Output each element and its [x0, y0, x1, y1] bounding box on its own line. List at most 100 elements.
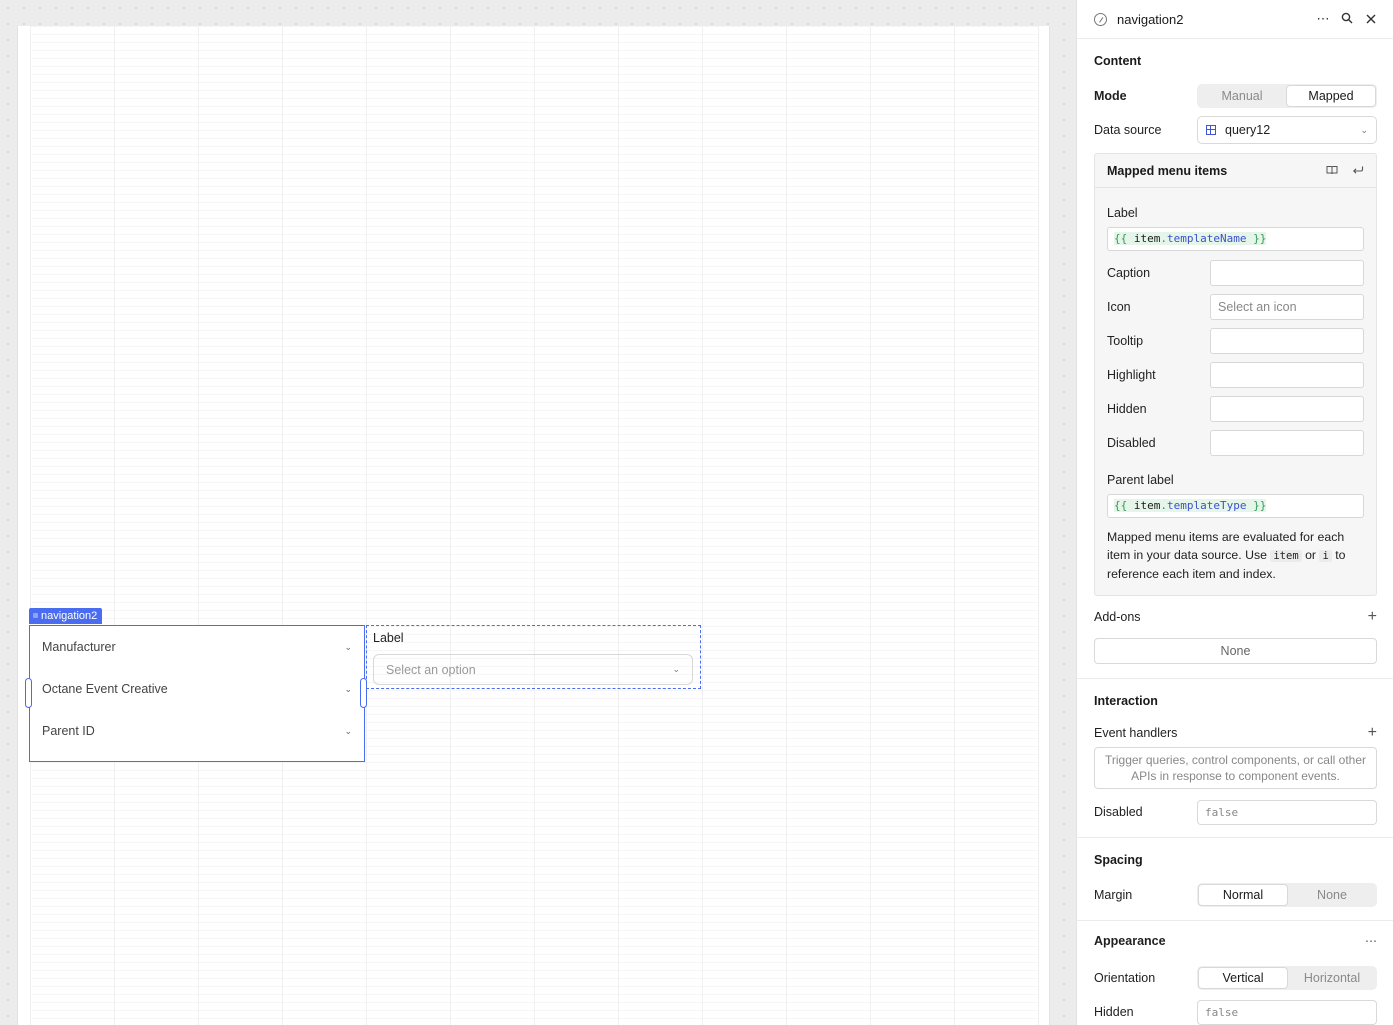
- close-icon[interactable]: [1359, 12, 1383, 27]
- event-handlers-empty-hint: Trigger queries, control components, or …: [1094, 747, 1377, 789]
- select-component[interactable]: Label Select an option ⌄: [366, 625, 701, 689]
- label-code-input[interactable]: {{ item.templateName }}: [1107, 227, 1364, 251]
- chevron-down-icon: ⌄: [672, 664, 680, 674]
- chevron-down-icon: ⌄: [344, 683, 352, 694]
- compass-icon: [1094, 12, 1107, 26]
- template-open-brace: {{: [1114, 232, 1128, 245]
- parent-label-code-input[interactable]: {{ item.templateType }}: [1107, 494, 1364, 518]
- return-icon[interactable]: [1352, 165, 1364, 178]
- add-addon-icon[interactable]: +: [1368, 608, 1377, 626]
- disabled-row: Disabled: [1107, 426, 1364, 460]
- mode-toggle[interactable]: Manual Mapped: [1197, 84, 1377, 108]
- orientation-label: Orientation: [1094, 971, 1156, 985]
- hidden-label: Hidden: [1107, 402, 1147, 416]
- mode-label: Mode: [1094, 89, 1127, 103]
- nav-item[interactable]: Parent ID ⌄: [30, 710, 364, 752]
- table-icon: [1206, 125, 1216, 135]
- event-handlers-label: Event handlers: [1094, 726, 1178, 740]
- orientation-row: Orientation Vertical Horizontal: [1094, 961, 1377, 995]
- app-canvas[interactable]: [17, 26, 1050, 1025]
- data-source-select[interactable]: query12 ⌄: [1197, 116, 1377, 144]
- help-code-index: i: [1319, 550, 1332, 562]
- disabled-input[interactable]: false: [1197, 799, 1377, 825]
- margin-label: Margin: [1094, 888, 1133, 902]
- nav-item-label: Octane Event Creative: [42, 682, 168, 696]
- margin-toggle[interactable]: Normal None: [1197, 883, 1377, 907]
- navigation-component[interactable]: Manufacturer ⌄ Octane Event Creative ⌄ P…: [29, 625, 365, 762]
- section-title: Content: [1094, 54, 1142, 68]
- margin-row: Margin Normal None: [1094, 878, 1377, 912]
- orientation-option-horizontal[interactable]: Horizontal: [1288, 967, 1376, 989]
- hidden-input[interactable]: [1210, 396, 1364, 422]
- icon-label: Icon: [1107, 300, 1131, 314]
- margin-option-normal[interactable]: Normal: [1198, 884, 1288, 906]
- help-code-item: item: [1270, 550, 1302, 562]
- interaction-disabled-row: Disabled false: [1094, 795, 1377, 829]
- search-icon[interactable]: [1335, 12, 1359, 27]
- appearance-header: Appearance ⋯: [1094, 921, 1377, 961]
- disabled-label: Disabled: [1094, 805, 1143, 819]
- tooltip-input[interactable]: [1210, 328, 1364, 354]
- caption-row: Caption: [1107, 256, 1364, 290]
- chevron-down-icon: ⌄: [344, 641, 352, 652]
- template-object: item: [1133, 499, 1161, 512]
- hidden-input[interactable]: false: [1197, 999, 1377, 1025]
- add-event-handler-icon[interactable]: +: [1368, 724, 1377, 742]
- select-input[interactable]: Select an option ⌄: [373, 654, 693, 685]
- icon-select[interactable]: Select an icon: [1210, 294, 1364, 320]
- more-options-icon[interactable]: ⋯: [1311, 11, 1335, 27]
- highlight-row: Highlight: [1107, 358, 1364, 392]
- section-title: Spacing: [1094, 853, 1143, 867]
- orientation-option-vertical[interactable]: Vertical: [1198, 967, 1288, 989]
- layout-grid: [30, 26, 1039, 1025]
- data-source-label: Data source: [1094, 123, 1162, 137]
- tooltip-label: Tooltip: [1107, 334, 1144, 348]
- spacing-section: Spacing Margin Normal None: [1077, 838, 1393, 921]
- nav-item[interactable]: Manufacturer ⌄: [30, 626, 364, 668]
- more-options-icon[interactable]: ⋯: [1365, 934, 1377, 948]
- section-title: Interaction: [1094, 694, 1158, 708]
- template-open-brace: {{: [1114, 499, 1128, 512]
- caption-input[interactable]: [1210, 260, 1364, 286]
- tooltip-row: Tooltip: [1107, 324, 1364, 358]
- component-name[interactable]: navigation2: [1117, 12, 1311, 27]
- inspector-panel: navigation2 ⋯ Content Mode Manual Mapped…: [1076, 0, 1393, 1025]
- appearance-section: Appearance ⋯ Orientation Vertical Horizo…: [1077, 921, 1393, 1025]
- label-field-label: Label: [1107, 206, 1138, 220]
- disabled-input[interactable]: [1210, 430, 1364, 456]
- mode-option-mapped[interactable]: Mapped: [1286, 85, 1376, 107]
- mapped-help-text: Mapped menu items are evaluated for each…: [1107, 528, 1364, 583]
- content-section: Content Mode Manual Mapped Data source q…: [1077, 39, 1393, 679]
- mapped-menu-items-panel: Mapped menu items Label {{ item.template…: [1094, 153, 1377, 596]
- data-source-row: Data source query12 ⌄: [1094, 113, 1377, 147]
- interaction-section: Interaction Event handlers + Trigger que…: [1077, 679, 1393, 838]
- hidden-label: Hidden: [1094, 1005, 1134, 1019]
- inspector-header: navigation2 ⋯: [1077, 0, 1393, 39]
- component-tag[interactable]: navigation2: [29, 608, 103, 624]
- chevron-down-icon: ⌄: [344, 725, 352, 736]
- select-label: Label: [373, 631, 404, 645]
- section-title: Appearance: [1094, 934, 1166, 948]
- orientation-toggle[interactable]: Vertical Horizontal: [1197, 966, 1377, 990]
- highlight-input[interactable]: [1210, 362, 1364, 388]
- parent-label-field-label: Parent label: [1107, 473, 1174, 487]
- resize-handle-left[interactable]: [25, 678, 32, 708]
- help-text-part: or: [1305, 548, 1317, 562]
- template-property: templateType: [1167, 499, 1247, 512]
- book-icon[interactable]: [1326, 165, 1338, 178]
- event-handlers-row: Event handlers +: [1094, 719, 1377, 747]
- icon-row: Icon Select an icon: [1107, 290, 1364, 324]
- template-close-brace: }}: [1253, 499, 1267, 512]
- highlight-label: Highlight: [1107, 368, 1156, 382]
- margin-option-none[interactable]: None: [1288, 884, 1376, 906]
- data-source-value: query12: [1225, 123, 1271, 137]
- template-close-brace: }}: [1253, 232, 1267, 245]
- mapped-menu-items-header: Mapped menu items: [1095, 154, 1376, 188]
- nav-item-label: Parent ID: [42, 724, 95, 738]
- addons-empty: None: [1094, 638, 1377, 664]
- nav-item[interactable]: Octane Event Creative ⌄: [30, 668, 364, 710]
- hidden-row: Hidden: [1107, 392, 1364, 426]
- addons-label: Add-ons: [1094, 610, 1141, 624]
- appearance-hidden-row: Hidden false: [1094, 995, 1377, 1025]
- mode-option-manual[interactable]: Manual: [1198, 85, 1286, 107]
